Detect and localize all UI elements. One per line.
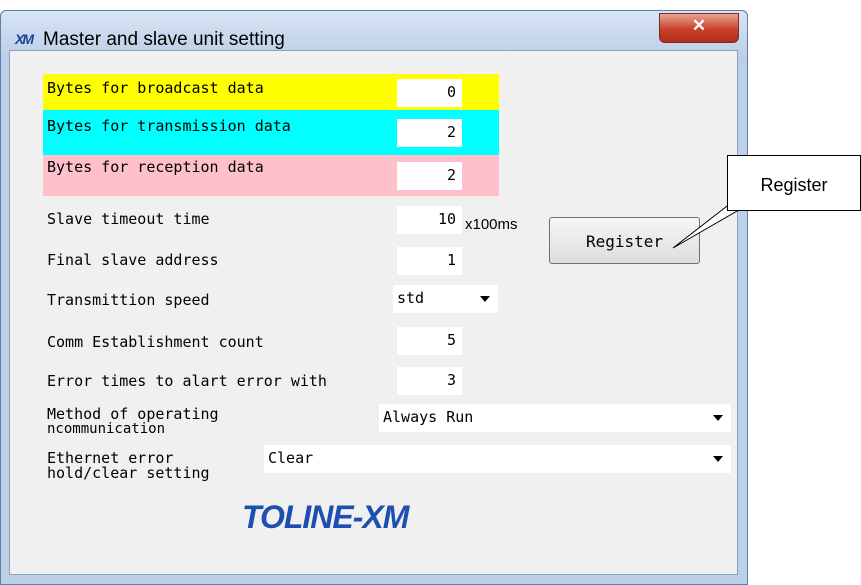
callout-pointer <box>672 195 765 249</box>
register-callout: Register <box>727 155 861 211</box>
